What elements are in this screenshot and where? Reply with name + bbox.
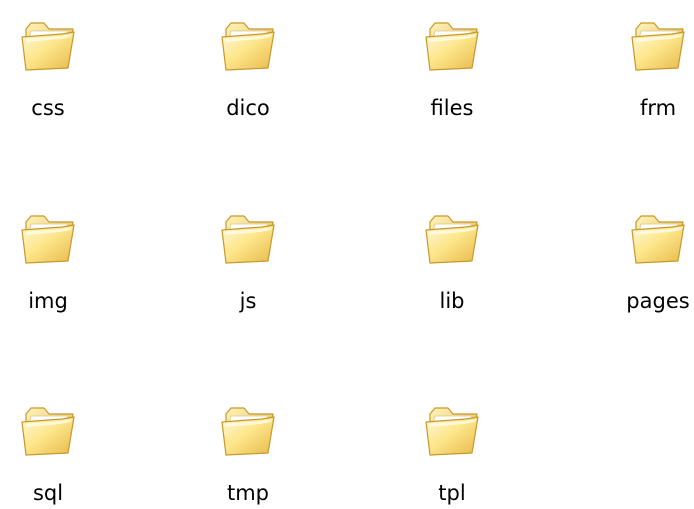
folder-item-sql[interactable]: sql <box>0 398 96 509</box>
folder-label: tpl <box>438 481 466 505</box>
folder-label: files <box>430 96 474 120</box>
folder-item-js[interactable]: js <box>200 206 296 326</box>
folder-icon <box>420 398 484 462</box>
folder-item-dico[interactable]: dico <box>200 13 296 133</box>
folder-label: pages <box>626 289 690 313</box>
folder-item-css[interactable]: css <box>0 13 96 133</box>
folder-icon <box>216 398 280 462</box>
folder-label: css <box>31 96 65 120</box>
folder-icon <box>626 13 690 77</box>
folder-item-tpl[interactable]: tpl <box>404 398 500 509</box>
folder-icon <box>16 398 80 462</box>
folder-item-pages[interactable]: pages <box>610 206 694 326</box>
folder-label: js <box>239 289 257 313</box>
folder-item-files[interactable]: files <box>404 13 500 133</box>
folder-label: lib <box>439 289 465 313</box>
folder-label: sql <box>32 481 64 505</box>
folder-icon <box>16 206 80 270</box>
folder-item-frm[interactable]: frm <box>610 13 694 133</box>
folder-item-lib[interactable]: lib <box>404 206 500 326</box>
folder-icon <box>626 206 690 270</box>
folder-label: frm <box>639 96 677 120</box>
folder-label: dico <box>226 96 270 120</box>
folder-view: css dico files frm img js lib pages sql … <box>0 0 694 509</box>
folder-label: tmp <box>226 481 270 505</box>
folder-icon <box>420 206 484 270</box>
folder-item-tmp[interactable]: tmp <box>200 398 296 509</box>
folder-icon <box>216 206 280 270</box>
folder-icon <box>216 13 280 77</box>
folder-icon <box>16 13 80 77</box>
folder-label: img <box>28 289 68 313</box>
folder-icon <box>420 13 484 77</box>
folder-item-img[interactable]: img <box>0 206 96 326</box>
